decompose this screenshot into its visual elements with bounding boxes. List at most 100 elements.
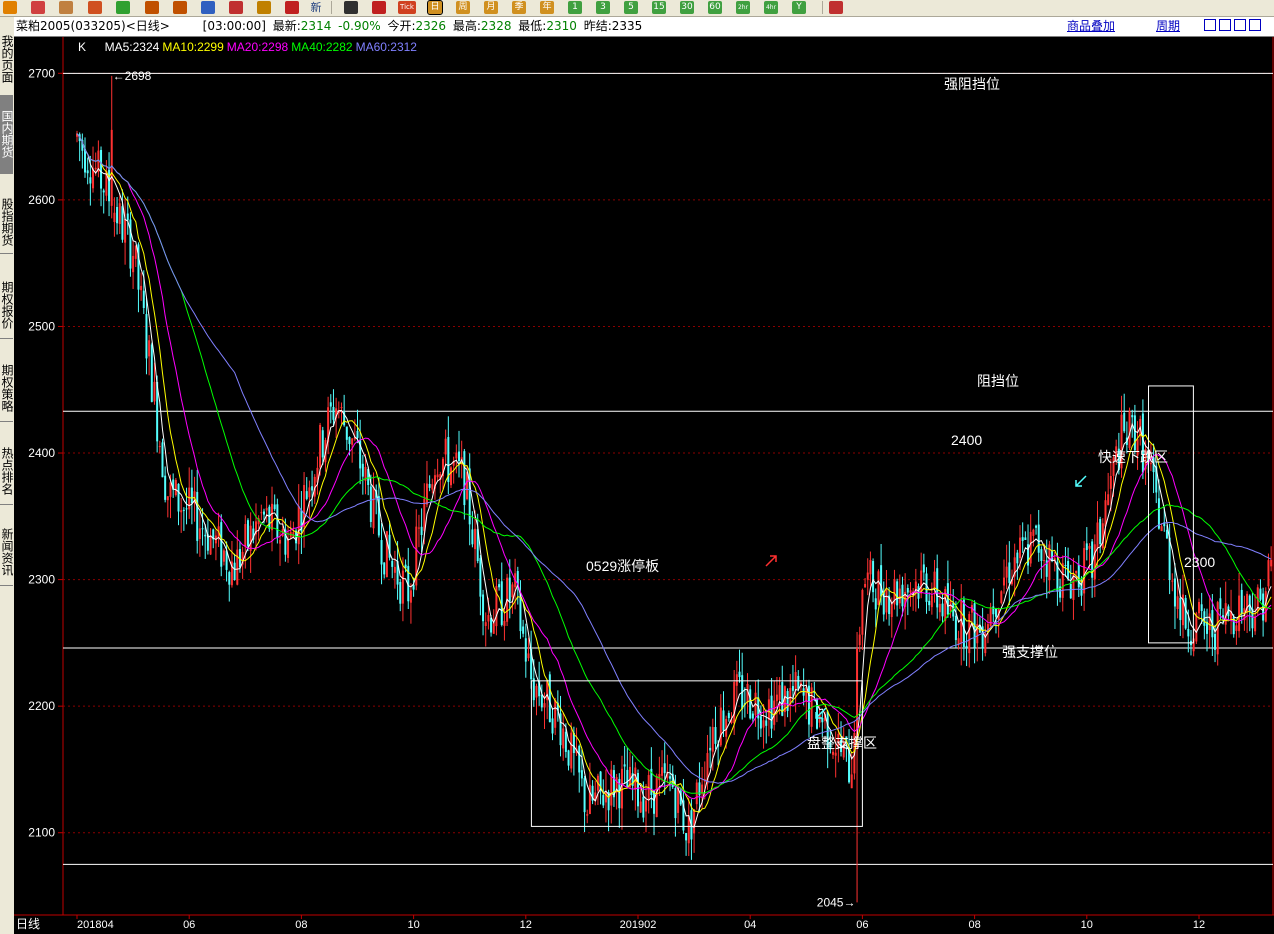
- news-icon[interactable]: 新: [309, 1, 323, 14]
- candle-body: [89, 177, 92, 184]
- candle-body: [928, 600, 931, 606]
- refresh-icon[interactable]: [116, 1, 130, 14]
- candle-body: [145, 314, 148, 359]
- sidebar-tab-1[interactable]: 我的页面: [0, 22, 14, 96]
- chart-icon[interactable]: [372, 1, 386, 14]
- window-left-icon[interactable]: [1204, 19, 1216, 31]
- zoom-in-icon[interactable]: [145, 1, 159, 14]
- period-13-button[interactable]: 4hr: [764, 1, 778, 14]
- candle-body: [693, 809, 696, 834]
- candle-body: [174, 479, 177, 496]
- quote-info-bar: 菜粕2005(033205)<日线> [03:00:00] 最新:2314 -0…: [14, 17, 1274, 37]
- last-label: 最新:: [272, 19, 301, 33]
- candle-body: [150, 344, 153, 402]
- high-price-label: ←2698: [113, 69, 152, 83]
- sidebar-tab-4[interactable]: 期权报价: [0, 272, 14, 339]
- strong-support-label: 强支撑位: [1002, 644, 1058, 660]
- candle-body: [554, 700, 557, 728]
- window-split-icon[interactable]: [1219, 19, 1231, 31]
- candle-body: [968, 614, 971, 654]
- candlestick-chart[interactable]: 2100 2200 2300 2400 2500 2600 2700 日线 201804 06 08…: [14, 37, 1274, 934]
- candle-body: [84, 148, 87, 173]
- candle-body: [148, 340, 151, 357]
- candle-body: [116, 207, 119, 224]
- sidebar-tab-5[interactable]: 期权策略: [0, 355, 14, 422]
- candle-body: [925, 573, 928, 602]
- zoom-out-icon[interactable]: [173, 1, 187, 14]
- period-11-button[interactable]: 60: [708, 1, 722, 14]
- candle-body: [356, 430, 359, 438]
- period-2-button[interactable]: 周: [456, 1, 470, 14]
- candle-body: [340, 407, 343, 409]
- candle-body: [321, 430, 324, 458]
- candle-body: [305, 491, 308, 499]
- candle-body: [479, 558, 482, 597]
- sidebar: 我的页面 国内期货股指期货期权报价期权策略热点排名新闻资讯: [0, 17, 15, 934]
- window-maximize-icon[interactable]: [1249, 19, 1261, 31]
- candle-body: [260, 512, 263, 514]
- period-link[interactable]: 周期: [1156, 17, 1180, 36]
- period-9-button[interactable]: 15: [652, 1, 666, 14]
- period-5-button[interactable]: 年: [540, 1, 554, 14]
- candle-body: [508, 577, 511, 601]
- period-10-button[interactable]: 30: [680, 1, 694, 14]
- candle-body: [329, 402, 332, 407]
- window-icon[interactable]: [201, 1, 215, 14]
- period-7-button[interactable]: 3: [596, 1, 610, 14]
- candle-body: [121, 206, 124, 240]
- candle-body: [380, 540, 383, 565]
- candle-body: [1021, 537, 1024, 541]
- candle-body: [834, 752, 837, 756]
- period-4-button[interactable]: 季: [512, 1, 526, 14]
- candle-body: [503, 620, 506, 626]
- period-14-button[interactable]: Y: [792, 1, 806, 14]
- candle-body: [653, 790, 656, 814]
- period-8-button[interactable]: 5: [624, 1, 638, 14]
- folder-icon[interactable]: [59, 1, 73, 14]
- candle-body: [308, 487, 311, 498]
- candle-body: [345, 426, 348, 440]
- candle-body: [941, 603, 944, 617]
- candle-body: [444, 438, 447, 455]
- arrow-icon[interactable]: [3, 1, 17, 14]
- high-label: 最高:: [452, 19, 481, 33]
- commodity-overlay-link[interactable]: 商品叠加: [1067, 17, 1115, 36]
- candle-body: [1238, 595, 1241, 632]
- pen-icon[interactable]: [229, 1, 243, 14]
- candle-body: [965, 645, 968, 648]
- candle-body: [861, 590, 864, 635]
- calendar-icon[interactable]: [829, 1, 843, 14]
- candle-body: [930, 595, 933, 608]
- tick-icon[interactable]: Tick: [398, 1, 416, 14]
- period-1-button[interactable]: 日: [427, 0, 443, 15]
- candle-body: [1043, 560, 1046, 562]
- sidebar-tab-3[interactable]: 股指期货: [0, 190, 14, 254]
- candle-body: [922, 564, 925, 573]
- candle-body: [268, 506, 271, 529]
- period-3-button[interactable]: 月: [484, 1, 498, 14]
- pin-icon[interactable]: [285, 1, 299, 14]
- candle-body: [620, 768, 623, 809]
- candle-body: [1179, 597, 1182, 621]
- candle-body: [180, 510, 183, 513]
- candle-body: [319, 424, 322, 468]
- f10-icon[interactable]: [88, 1, 102, 14]
- table-icon[interactable]: [344, 1, 358, 14]
- candle-body: [164, 475, 167, 500]
- sidebar-tab-2[interactable]: 国内期货: [0, 95, 14, 174]
- bell-icon[interactable]: [257, 1, 271, 14]
- candle-body: [735, 674, 738, 686]
- candle-body: [372, 486, 375, 529]
- candle-body: [369, 486, 372, 522]
- candle-body: [567, 750, 570, 766]
- candle-body: [185, 508, 188, 510]
- period-12-button[interactable]: 2hr: [736, 1, 750, 14]
- candle-body: [663, 763, 666, 774]
- period-6-button[interactable]: 1: [568, 1, 582, 14]
- home-icon[interactable]: [31, 1, 45, 14]
- sidebar-tab-6[interactable]: 热点排名: [0, 438, 14, 505]
- sidebar-tab-7[interactable]: 新闻资讯: [0, 519, 14, 586]
- x-tick-label: 10: [407, 919, 419, 931]
- candle-body: [420, 526, 423, 535]
- window-restore-icon[interactable]: [1234, 19, 1246, 31]
